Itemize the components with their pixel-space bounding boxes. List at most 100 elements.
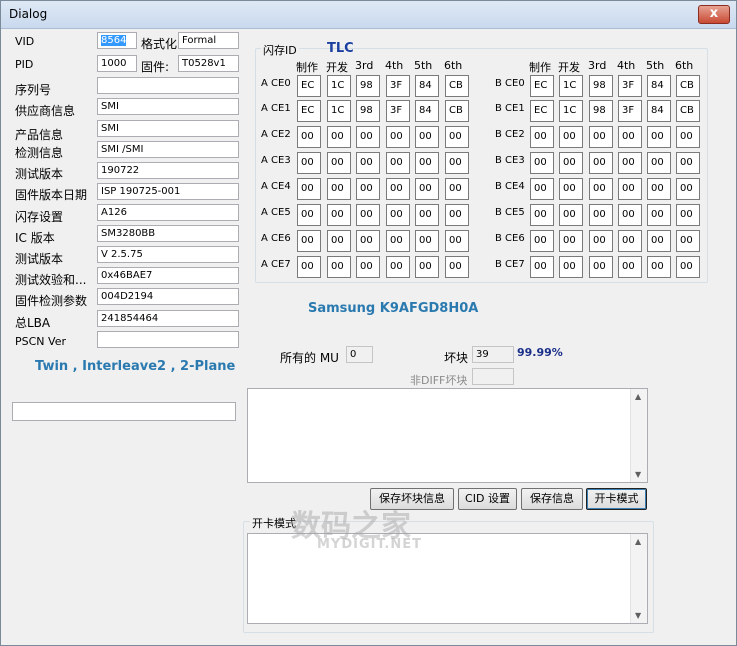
scroll-down-icon[interactable]: ▼ bbox=[635, 470, 641, 479]
b-ce-id-cell[interactable]: 00 bbox=[559, 178, 583, 200]
a-ce-id-cell[interactable]: 00 bbox=[386, 204, 410, 226]
b-ce-id-cell[interactable]: 00 bbox=[559, 152, 583, 174]
a-ce-id-cell[interactable]: 98 bbox=[356, 75, 380, 97]
a-ce-id-cell[interactable]: 00 bbox=[297, 152, 321, 174]
cid-settings-button[interactable]: CID 设置 bbox=[458, 488, 517, 510]
b-ce-id-cell[interactable]: 00 bbox=[676, 126, 700, 148]
row-field[interactable]: ISP 190725-001 bbox=[97, 183, 239, 200]
a-ce-id-cell[interactable]: 00 bbox=[445, 178, 469, 200]
a-ce-id-cell[interactable]: 00 bbox=[356, 126, 380, 148]
row-field[interactable]: SMI /SMI bbox=[97, 141, 239, 158]
a-ce-id-cell[interactable]: 00 bbox=[386, 230, 410, 252]
a-ce-id-cell[interactable]: 00 bbox=[386, 256, 410, 278]
b-ce-id-cell[interactable]: 00 bbox=[530, 230, 554, 252]
a-ce-id-cell[interactable]: 00 bbox=[356, 178, 380, 200]
b-ce-id-cell[interactable]: 84 bbox=[647, 100, 671, 122]
a-ce-id-cell[interactable]: 00 bbox=[415, 204, 439, 226]
row-field[interactable]: SM3280BB bbox=[97, 225, 239, 242]
a-ce-id-cell[interactable]: 00 bbox=[415, 256, 439, 278]
a-ce-id-cell[interactable]: 00 bbox=[415, 152, 439, 174]
a-ce-id-cell[interactable]: 1C bbox=[327, 75, 351, 97]
a-ce-id-cell[interactable]: 84 bbox=[415, 75, 439, 97]
a-ce-id-cell[interactable]: 00 bbox=[386, 152, 410, 174]
a-ce-id-cell[interactable]: 00 bbox=[415, 178, 439, 200]
a-ce-id-cell[interactable]: 00 bbox=[356, 230, 380, 252]
b-ce-id-cell[interactable]: 00 bbox=[618, 230, 642, 252]
bad-block-field[interactable]: 39 bbox=[472, 346, 514, 363]
b-ce-id-cell[interactable]: CB bbox=[676, 100, 700, 122]
pid-field[interactable]: 1000 bbox=[97, 55, 137, 72]
a-ce-id-cell[interactable]: 00 bbox=[356, 152, 380, 174]
b-ce-id-cell[interactable]: 00 bbox=[647, 178, 671, 200]
b-ce-id-cell[interactable]: 1C bbox=[559, 75, 583, 97]
a-ce-id-cell[interactable]: EC bbox=[297, 100, 321, 122]
b-ce-id-cell[interactable]: 00 bbox=[530, 256, 554, 278]
b-ce-id-cell[interactable]: 00 bbox=[589, 230, 613, 252]
b-ce-id-cell[interactable]: 00 bbox=[559, 230, 583, 252]
log-textbox[interactable]: ▲ ▼ bbox=[247, 388, 648, 483]
a-ce-id-cell[interactable]: 00 bbox=[297, 256, 321, 278]
format-field[interactable]: Formal bbox=[178, 32, 239, 49]
row-field[interactable]: V 2.5.75 bbox=[97, 246, 239, 263]
b-ce-id-cell[interactable]: 00 bbox=[676, 256, 700, 278]
scroll-up-icon[interactable]: ▲ bbox=[635, 537, 641, 546]
row-field[interactable]: 241854464 bbox=[97, 310, 239, 327]
row-field[interactable] bbox=[97, 331, 239, 348]
row-field[interactable]: 190722 bbox=[97, 162, 239, 179]
nondiff-bad-block-field[interactable] bbox=[472, 368, 514, 385]
a-ce-id-cell[interactable]: 00 bbox=[327, 230, 351, 252]
b-ce-id-cell[interactable]: 84 bbox=[647, 75, 671, 97]
b-ce-id-cell[interactable]: 00 bbox=[589, 178, 613, 200]
vid-field[interactable]: 8564 bbox=[97, 32, 137, 49]
a-ce-id-cell[interactable]: 00 bbox=[327, 152, 351, 174]
b-ce-id-cell[interactable]: 00 bbox=[530, 126, 554, 148]
b-ce-id-cell[interactable]: 00 bbox=[530, 178, 554, 200]
b-ce-id-cell[interactable]: EC bbox=[530, 75, 554, 97]
b-ce-id-cell[interactable]: 00 bbox=[676, 178, 700, 200]
b-ce-id-cell[interactable]: 00 bbox=[559, 204, 583, 226]
b-ce-id-cell[interactable]: 98 bbox=[589, 100, 613, 122]
b-ce-id-cell[interactable]: 00 bbox=[676, 204, 700, 226]
a-ce-id-cell[interactable]: 00 bbox=[356, 256, 380, 278]
b-ce-id-cell[interactable]: 00 bbox=[589, 256, 613, 278]
a-ce-id-cell[interactable]: 00 bbox=[297, 204, 321, 226]
row-field[interactable]: 0x46BAE7 bbox=[97, 267, 239, 284]
status-field[interactable] bbox=[12, 402, 236, 421]
a-ce-id-cell[interactable]: 00 bbox=[386, 178, 410, 200]
a-ce-id-cell[interactable]: 00 bbox=[445, 152, 469, 174]
b-ce-id-cell[interactable]: 00 bbox=[676, 230, 700, 252]
row-field[interactable]: SMI bbox=[97, 120, 239, 137]
a-ce-id-cell[interactable]: 00 bbox=[445, 204, 469, 226]
b-ce-id-cell[interactable]: 00 bbox=[589, 126, 613, 148]
row-field[interactable]: SMI bbox=[97, 98, 239, 115]
mu-field[interactable]: 0 bbox=[346, 346, 373, 363]
b-ce-id-cell[interactable]: 00 bbox=[589, 204, 613, 226]
a-ce-id-cell[interactable]: 00 bbox=[356, 204, 380, 226]
a-ce-id-cell[interactable]: 98 bbox=[356, 100, 380, 122]
row-field[interactable]: A126 bbox=[97, 204, 239, 221]
b-ce-id-cell[interactable]: 1C bbox=[559, 100, 583, 122]
save-info-button[interactable]: 保存信息 bbox=[521, 488, 583, 510]
a-ce-id-cell[interactable]: 00 bbox=[297, 230, 321, 252]
a-ce-id-cell[interactable]: 00 bbox=[386, 126, 410, 148]
open-mode-scrollbar[interactable]: ▲ ▼ bbox=[630, 534, 647, 623]
row-field[interactable]: 004D2194 bbox=[97, 288, 239, 305]
firmware-field[interactable]: T0528v1 bbox=[178, 55, 239, 72]
b-ce-id-cell[interactable]: 00 bbox=[647, 152, 671, 174]
a-ce-id-cell[interactable]: 84 bbox=[415, 100, 439, 122]
b-ce-id-cell[interactable]: 00 bbox=[618, 256, 642, 278]
b-ce-id-cell[interactable]: 00 bbox=[618, 204, 642, 226]
a-ce-id-cell[interactable]: 00 bbox=[445, 126, 469, 148]
a-ce-id-cell[interactable]: 00 bbox=[327, 178, 351, 200]
a-ce-id-cell[interactable]: 00 bbox=[445, 230, 469, 252]
a-ce-id-cell[interactable]: CB bbox=[445, 100, 469, 122]
a-ce-id-cell[interactable]: 00 bbox=[297, 178, 321, 200]
a-ce-id-cell[interactable]: 00 bbox=[445, 256, 469, 278]
b-ce-id-cell[interactable]: EC bbox=[530, 100, 554, 122]
a-ce-id-cell[interactable]: 3F bbox=[386, 75, 410, 97]
b-ce-id-cell[interactable]: 00 bbox=[559, 126, 583, 148]
b-ce-id-cell[interactable]: 00 bbox=[559, 256, 583, 278]
b-ce-id-cell[interactable]: 00 bbox=[618, 152, 642, 174]
open-card-mode-button[interactable]: 开卡模式 bbox=[586, 488, 647, 510]
a-ce-id-cell[interactable]: 00 bbox=[415, 230, 439, 252]
